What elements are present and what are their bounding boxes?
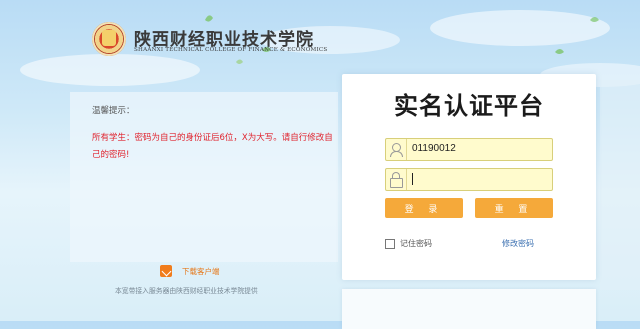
username-field[interactable]: 01190012 [385, 138, 553, 161]
change-password-link[interactable]: 修改密码 [502, 238, 534, 249]
login-button[interactable]: 登 录 [385, 198, 463, 218]
notice-body: 所有学生：密码为自己的身份证后6位，X为大写。请自行修改自己的密码! [92, 133, 333, 160]
footer-note: 本宽带接入服务器由陕西财经职业技术学院提供 [115, 287, 258, 295]
notice-panel: 温馨提示： 所有学生：密码为自己的身份证后6位，X为大写。请自行修改自己的密码! [70, 92, 338, 262]
download-client-label: 下载客户端 [182, 267, 220, 276]
login-card: 实名认证平台 01190012 登 录 重 置 记住密码 修改密码 [342, 74, 596, 280]
reset-button[interactable]: 重 置 [475, 198, 553, 218]
username-value[interactable]: 01190012 [412, 143, 456, 154]
remember-password-label: 记住密码 [400, 239, 432, 248]
lower-card-panel [342, 289, 596, 329]
site-header: 陕西财经职业技术学院 SHAANXI TECHNICAL COLLEGE OF … [92, 22, 332, 62]
college-emblem-icon [92, 22, 126, 56]
college-name-en: SHAANXI TECHNICAL COLLEGE OF FINANCE & E… [134, 47, 328, 53]
remember-password-checkbox[interactable] [385, 239, 395, 249]
login-title: 实名认证平台 [394, 92, 544, 120]
notice-title: 温馨提示： [92, 106, 135, 116]
user-icon [386, 139, 407, 160]
right-decor-panel [600, 80, 640, 290]
download-icon [160, 265, 172, 277]
lock-icon [386, 169, 407, 190]
text-cursor [412, 173, 413, 185]
password-field[interactable] [385, 168, 553, 191]
